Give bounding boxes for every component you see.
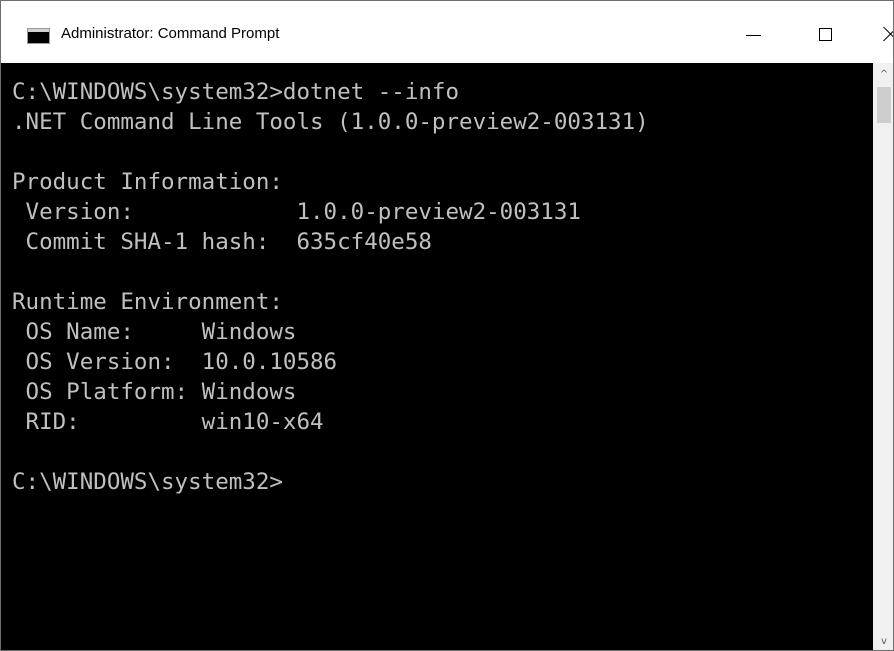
console-line-rid: RID: win10-x64 bbox=[12, 409, 324, 435]
console-line-product-heading: Product Information: bbox=[12, 169, 283, 195]
title-bar[interactable]: Administrator: Command Prompt bbox=[1, 1, 893, 63]
maximize-button[interactable] bbox=[795, 1, 855, 63]
close-button[interactable] bbox=[861, 1, 893, 63]
console-output[interactable]: C:\WINDOWS\system32>dotnet --info .NET C… bbox=[1, 63, 873, 650]
maximize-icon bbox=[818, 27, 832, 41]
console-line-os-platform: OS Platform: Windows bbox=[12, 379, 297, 405]
scrollbar-thumb[interactable] bbox=[877, 87, 891, 123]
cmd-icon[interactable] bbox=[27, 28, 50, 44]
close-icon bbox=[883, 26, 893, 42]
console-line-os-version: OS Version: 10.0.10586 bbox=[12, 349, 338, 375]
console-line-prompt[interactable]: C:\WINDOWS\system32> bbox=[12, 467, 283, 497]
minimize-icon bbox=[745, 34, 761, 36]
command-prompt-window: Administrator: Command Prompt C:\WINDOWS… bbox=[0, 0, 894, 651]
scroll-up-arrow-icon[interactable]: ^ bbox=[873, 63, 893, 85]
console-line-version: Version: 1.0.0-preview2-003131 bbox=[12, 199, 581, 225]
window-title: Administrator: Command Prompt bbox=[61, 25, 280, 42]
minimize-button[interactable] bbox=[723, 1, 783, 63]
console-line-tools-version: .NET Command Line Tools (1.0.0-preview2-… bbox=[12, 109, 649, 135]
scroll-down-arrow-icon[interactable]: v bbox=[873, 630, 893, 650]
console-line-runtime-heading: Runtime Environment: bbox=[12, 289, 283, 315]
console-line-prompt-command: C:\WINDOWS\system32>dotnet --info bbox=[12, 79, 460, 105]
console-line-os-name: OS Name: Windows bbox=[12, 319, 297, 345]
console-line-commit-hash: Commit SHA-1 hash: 635cf40e58 bbox=[12, 229, 432, 255]
vertical-scrollbar[interactable]: ^ v bbox=[873, 63, 893, 650]
